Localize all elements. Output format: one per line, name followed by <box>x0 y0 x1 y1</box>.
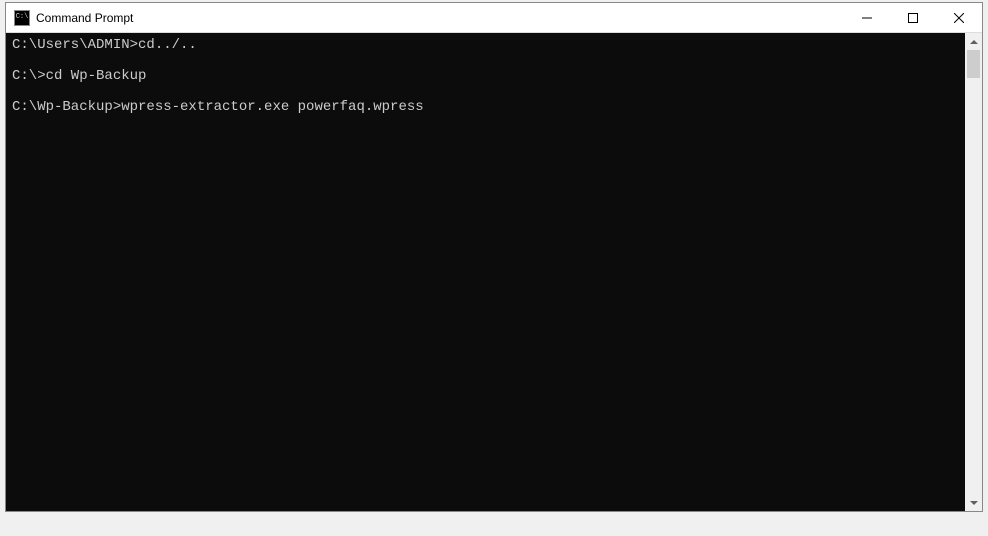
terminal-line: C:\Wp-Backup>wpress-extractor.exe powerf… <box>12 99 959 116</box>
window-title: Command Prompt <box>36 11 844 25</box>
close-button[interactable] <box>936 3 982 32</box>
scroll-track[interactable] <box>965 50 982 494</box>
scroll-up-button[interactable] <box>965 33 982 50</box>
chevron-up-icon <box>970 40 978 44</box>
chevron-down-icon <box>970 501 978 505</box>
vertical-scrollbar[interactable] <box>965 33 982 511</box>
scroll-down-button[interactable] <box>965 494 982 511</box>
cmd-icon-glyph: C:\ <box>16 14 29 21</box>
cmd-icon: C:\ <box>14 10 30 26</box>
minimize-icon <box>862 13 872 23</box>
minimize-button[interactable] <box>844 3 890 32</box>
content-area: C:\Users\ADMIN>cd../.. C:\>cd Wp-Backup … <box>6 33 982 511</box>
close-icon <box>954 13 964 23</box>
maximize-icon <box>908 13 918 23</box>
scroll-thumb[interactable] <box>967 50 980 78</box>
titlebar[interactable]: C:\ Command Prompt <box>6 3 982 33</box>
terminal-output[interactable]: C:\Users\ADMIN>cd../.. C:\>cd Wp-Backup … <box>6 33 965 511</box>
command-prompt-window: C:\ Command Prompt C:\Us <box>5 2 983 512</box>
window-controls <box>844 3 982 32</box>
terminal-line: C:\>cd Wp-Backup <box>12 68 959 85</box>
terminal-line: C:\Users\ADMIN>cd../.. <box>12 37 959 54</box>
maximize-button[interactable] <box>890 3 936 32</box>
